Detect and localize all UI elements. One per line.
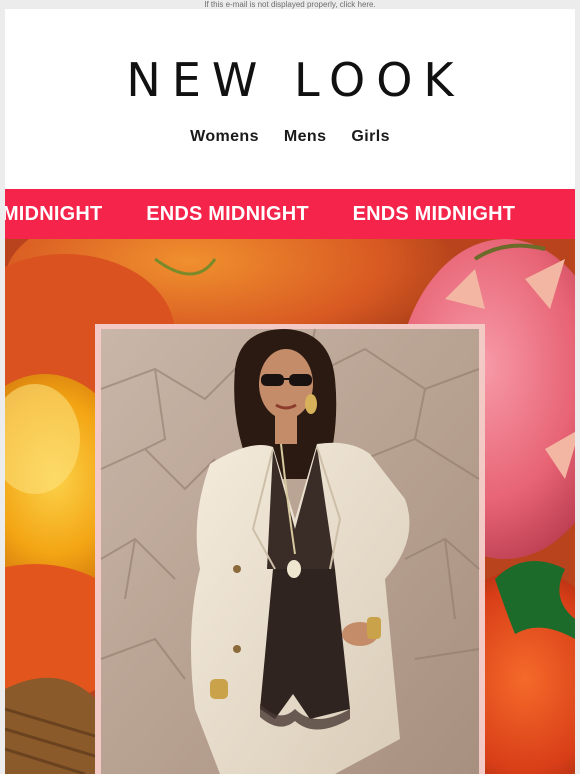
brand-logo[interactable]: NEW LOOK xyxy=(5,53,575,107)
nav-item-womens[interactable]: Womens xyxy=(190,128,259,146)
ticker-item: DS MIDNIGHT xyxy=(5,203,103,225)
ticker-item: ENDS MIDNIGHT xyxy=(352,203,516,225)
ticker-item: ENDS MIDNIGHT xyxy=(146,203,309,225)
nav-item-girls[interactable]: Girls xyxy=(351,128,389,146)
hero-image[interactable] xyxy=(5,239,575,774)
preheader[interactable]: If this e-mail is not displayed properly… xyxy=(0,0,580,9)
promo-ticker: DS MIDNIGHT ENDS MIDNIGHT ENDS MIDNIGHT xyxy=(5,189,553,239)
email-body: NEW LOOK Womens Mens Girls DS MIDNIGHT E… xyxy=(5,9,575,774)
nav-item-mens[interactable]: Mens xyxy=(284,128,327,146)
hero-illustration xyxy=(5,239,575,774)
preheader-link[interactable]: If this e-mail is not displayed properly… xyxy=(204,0,375,9)
promo-banner[interactable]: DS MIDNIGHT ENDS MIDNIGHT ENDS MIDNIGHT xyxy=(5,189,575,239)
main-nav: Womens Mens Girls xyxy=(5,128,575,146)
